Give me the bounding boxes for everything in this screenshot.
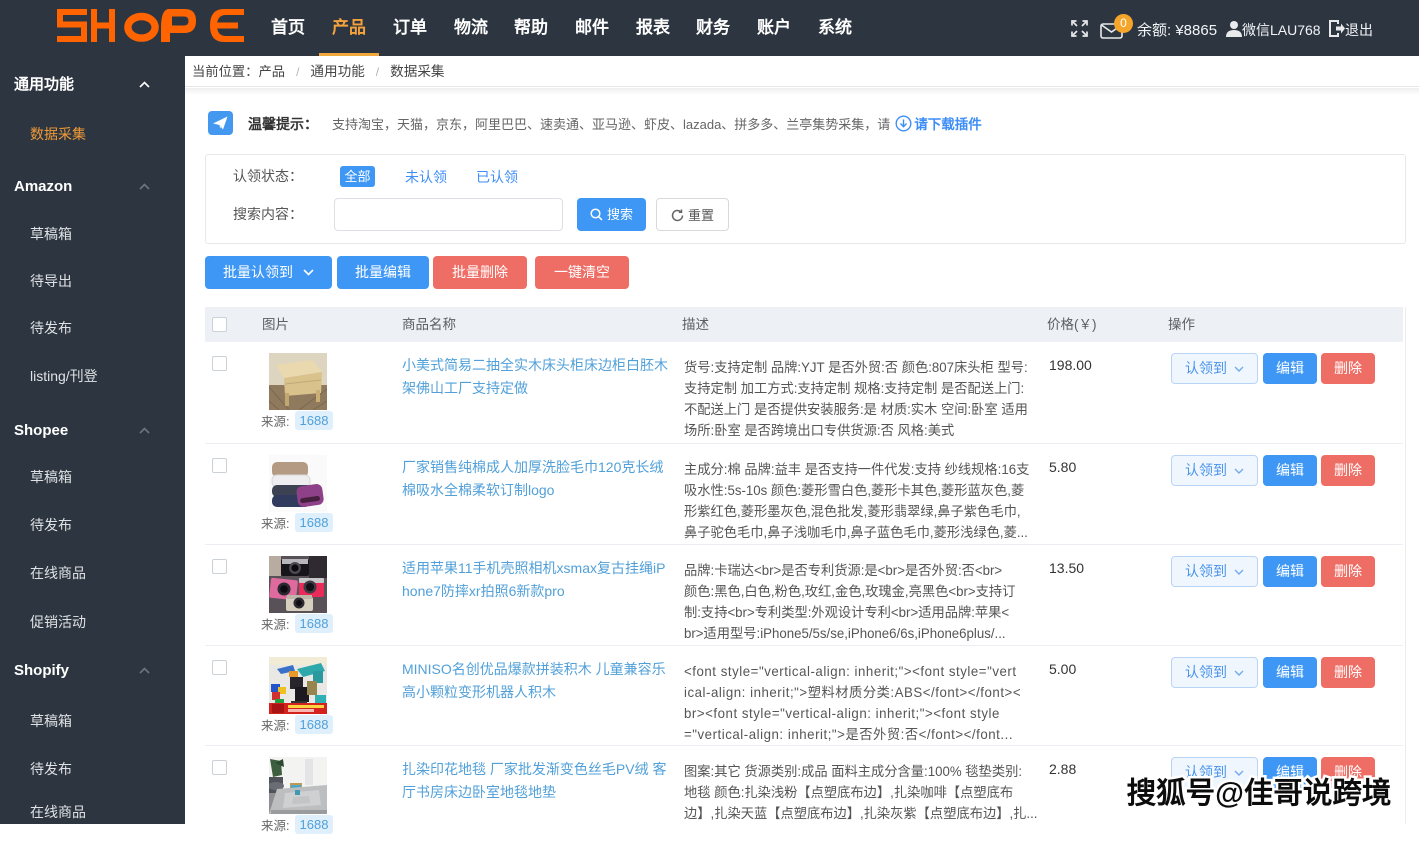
svg-text:搜狐号@佳哥说跨境: 搜狐号@佳哥说跨境	[1127, 777, 1392, 810]
